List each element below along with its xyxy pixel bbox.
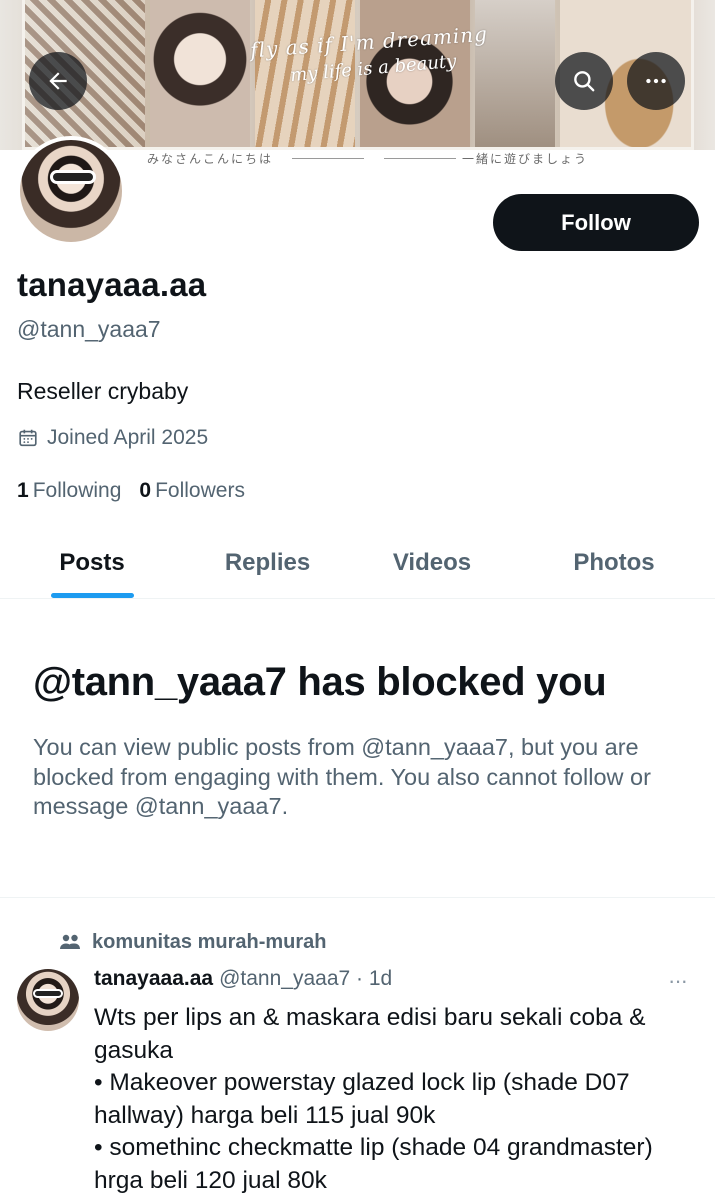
followers-count: 0 bbox=[139, 479, 152, 502]
avatar-detail bbox=[50, 170, 96, 184]
more-horizontal-icon bbox=[646, 78, 666, 84]
follow-button[interactable]: Follow bbox=[493, 194, 699, 251]
section-divider bbox=[0, 897, 715, 898]
community-icon bbox=[60, 934, 80, 949]
community-name: komunitas murah-murah bbox=[92, 930, 327, 953]
followers-link[interactable]: 0 Followers bbox=[139, 479, 245, 503]
tab-label: Videos bbox=[392, 549, 472, 576]
post-author-meta[interactable]: @tann_yaaa7 · 1d bbox=[219, 967, 392, 991]
active-tab-indicator bbox=[51, 593, 134, 598]
tab-posts[interactable]: Posts bbox=[34, 528, 150, 598]
profile-bio: Reseller crybaby bbox=[17, 378, 189, 404]
profile-avatar[interactable] bbox=[16, 136, 126, 246]
tab-replies[interactable]: Replies bbox=[205, 528, 330, 598]
following-label: Following bbox=[32, 479, 122, 502]
follow-stats: 1 Following 0 Followers bbox=[17, 479, 245, 503]
search-button[interactable] bbox=[555, 52, 613, 110]
search-icon bbox=[574, 71, 595, 92]
following-count: 1 bbox=[17, 479, 29, 502]
banner-divider-line bbox=[292, 158, 364, 159]
tab-label: Replies bbox=[224, 549, 311, 576]
post-author-name[interactable]: tanayaaa.aa bbox=[94, 967, 213, 991]
blocked-description: You can view public posts from @tann_yaa… bbox=[33, 734, 651, 819]
tab-label: Posts bbox=[59, 549, 125, 576]
joined-text: Joined April 2025 bbox=[47, 426, 209, 449]
back-button[interactable] bbox=[29, 52, 87, 110]
blocked-title: @tann_yaaa7 has blocked you bbox=[33, 660, 607, 704]
joined-date: Joined April 2025 bbox=[17, 426, 208, 450]
avatar-detail bbox=[33, 989, 63, 998]
following-link[interactable]: 1 Following bbox=[17, 479, 121, 503]
banner-caption-right: 一緒に遊びましょう bbox=[462, 152, 589, 166]
followers-label: Followers bbox=[155, 479, 245, 502]
profile-handle: @tann_yaaa7 bbox=[17, 316, 161, 342]
community-label[interactable]: komunitas murah-murah bbox=[58, 930, 326, 954]
post-more-icon[interactable]: ··· bbox=[668, 968, 698, 993]
banner-caption-left: みなさんこんにちは bbox=[147, 152, 274, 166]
post-text: Wts per lips an & maskara edisi baru sek… bbox=[94, 1004, 653, 1194]
banner-divider-line bbox=[384, 158, 456, 159]
display-name: tanayaaa.aa bbox=[17, 266, 207, 303]
tab-videos[interactable]: Videos bbox=[372, 528, 492, 598]
arrow-left-icon bbox=[49, 72, 67, 90]
profile-tabs: Posts Replies Videos Photos bbox=[0, 528, 715, 599]
tab-label: Photos bbox=[573, 549, 655, 576]
tab-photos[interactable]: Photos bbox=[552, 528, 676, 598]
more-button[interactable] bbox=[627, 52, 685, 110]
post-author-avatar[interactable] bbox=[17, 969, 79, 1031]
calendar-icon bbox=[19, 429, 37, 447]
post-header: tanayaaa.aa @tann_yaaa7 · 1d bbox=[94, 967, 392, 991]
